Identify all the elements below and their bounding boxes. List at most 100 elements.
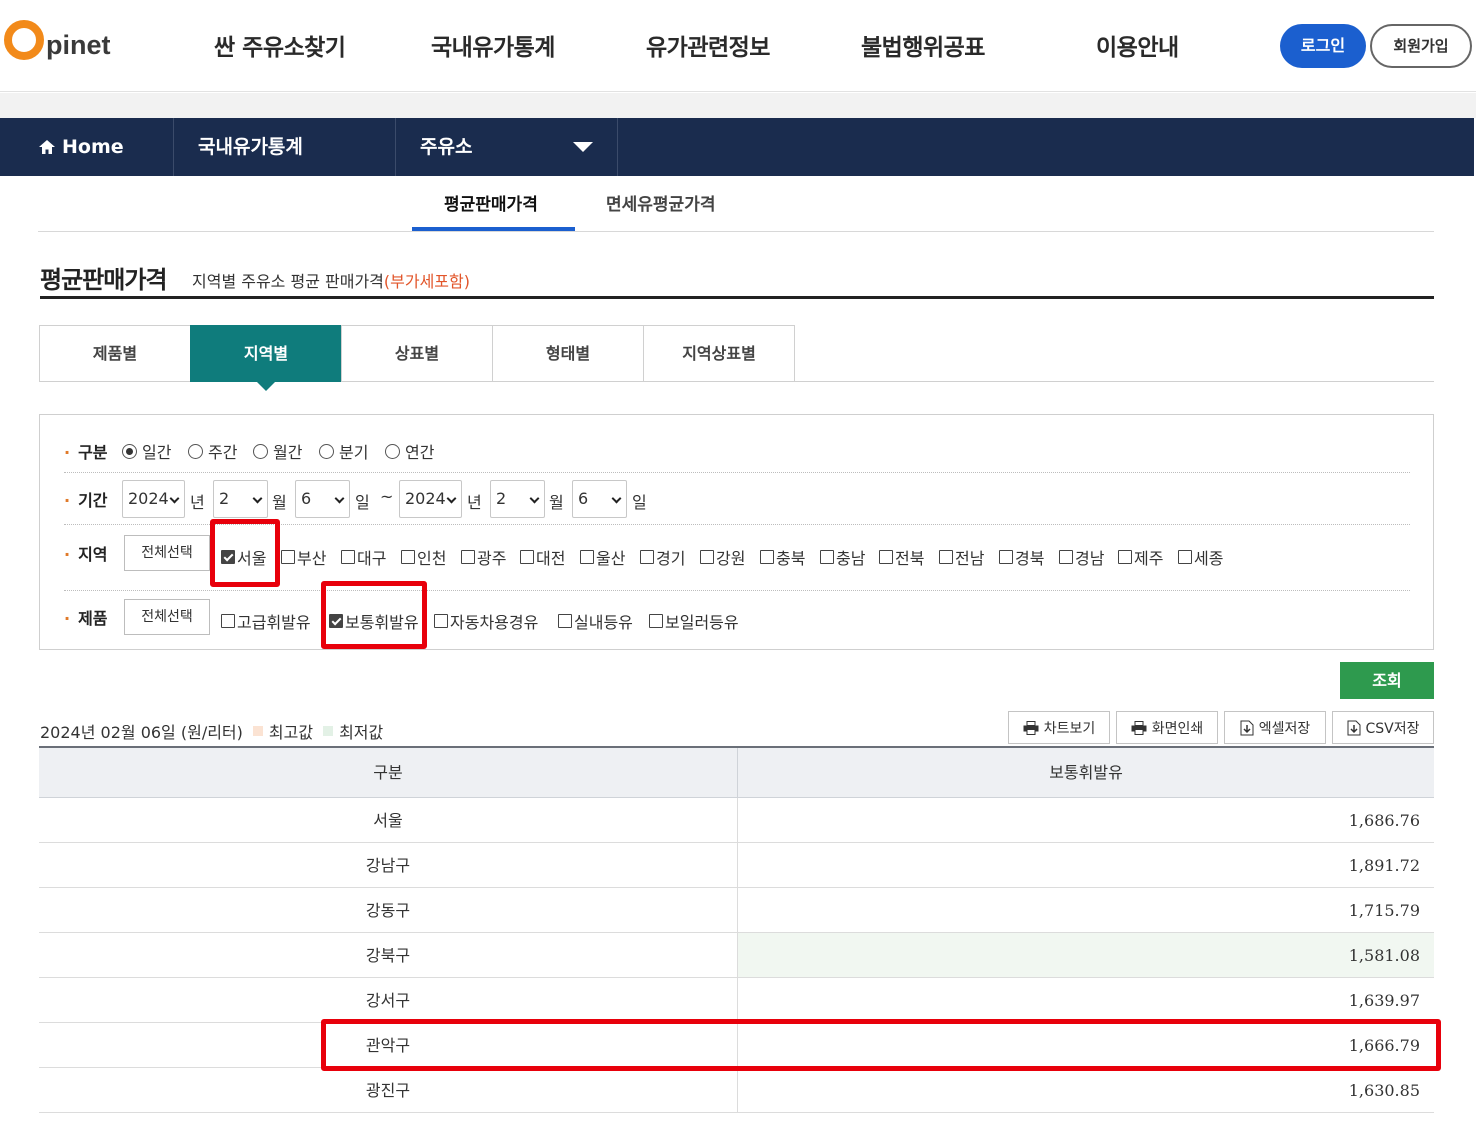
filter-product-label: 제품 (64, 605, 107, 629)
excel-save-label: 엑셀저장 (1258, 720, 1311, 737)
region-checkbox[interactable]: 경남 (1059, 545, 1104, 569)
period-tilde: ~ (380, 487, 394, 506)
region-checkbox[interactable]: 제주 (1118, 545, 1163, 569)
print-label: 화면인쇄 (1151, 720, 1204, 737)
chart-view-label: 차트보기 (1043, 720, 1096, 737)
region-checkbox[interactable]: 전남 (939, 545, 984, 569)
product-checkbox[interactable]: 고급휘발유 (221, 609, 311, 633)
region-checkbox[interactable]: 경기 (640, 545, 685, 569)
filter-row-type: 구분 일간 주간 월간 분기 연간 (64, 429, 1410, 473)
tab-tax-free-price[interactable]: 면세유평균가격 (606, 190, 715, 215)
row-price-value: 1,891.72 (737, 843, 1434, 887)
product-checkbox[interactable]: 자동차용경유 (434, 609, 538, 633)
tab-by-region-brand[interactable]: 지역상표별 (643, 325, 795, 382)
printer-icon (1131, 720, 1147, 735)
nav-domestic-stats[interactable]: 국내유가통계 (431, 28, 555, 62)
to-month-select[interactable]: 2 (490, 480, 545, 518)
radio-monthly-label: 월간 (273, 443, 303, 462)
from-year-select[interactable]: 2024 (122, 480, 185, 518)
breadcrumb-home[interactable]: Home (0, 118, 174, 176)
unit-month: 월 (272, 493, 287, 512)
to-day-value: 6 (578, 489, 589, 508)
row-region-name: 강서구 (365, 991, 411, 1010)
region-checkbox[interactable]: 세종 (1178, 545, 1223, 569)
region-checkbox-label: 강원 (716, 549, 746, 568)
tab-average-price[interactable]: 평균판매가격 (444, 190, 538, 215)
nav-oil-info[interactable]: 유가관련정보 (646, 28, 770, 62)
site-header: pinet 싼 주유소찾기 국내유가통계 유가관련정보 불법행위공표 이용안내 … (0, 0, 1476, 92)
row-price-value: 1,639.97 (737, 978, 1434, 1022)
checkbox-mark (434, 614, 448, 628)
home-icon (39, 140, 55, 154)
table-row: 강북구 1,581.08 (39, 933, 1434, 978)
nav-illegal-disclosure[interactable]: 불법행위공표 (861, 28, 985, 62)
checkbox-mark (558, 614, 572, 628)
chart-view-button[interactable]: 차트보기 (1008, 711, 1110, 744)
login-button[interactable]: 로그인 (1280, 24, 1366, 68)
to-year-select[interactable]: 2024 (399, 480, 462, 518)
region-select-all-button[interactable]: 전체선택 (124, 535, 210, 571)
region-checkbox-label: 광주 (477, 549, 507, 568)
logo-o-mark (4, 20, 44, 60)
excel-save-button[interactable]: 엑셀저장 (1224, 711, 1326, 744)
radio-yearly[interactable]: 연간 (385, 439, 434, 463)
tab-by-brand[interactable]: 상표별 (341, 325, 493, 382)
csv-save-button[interactable]: CSV저장 (1332, 711, 1434, 744)
radio-weekly[interactable]: 주간 (188, 439, 237, 463)
nav-guide[interactable]: 이용안내 (1096, 28, 1179, 62)
join-button[interactable]: 회원가입 (1370, 24, 1472, 68)
region-checkbox[interactable]: 인천 (401, 545, 446, 569)
region-checkbox-label: 제주 (1134, 549, 1164, 568)
vat-note: (부가세포함) (383, 272, 470, 291)
region-checkbox-label: 대전 (536, 549, 566, 568)
filter-row-period: 기간 2024 년 2 월 6 일 ~ 2024 년 2 월 6 일 (64, 473, 1410, 525)
tab-by-region[interactable]: 지역별 (190, 325, 342, 382)
nav-cheap-station[interactable]: 싼 주유소찾기 (214, 28, 346, 62)
checkbox-mark (1059, 550, 1073, 564)
checkbox-mark (401, 550, 415, 564)
radio-quarterly[interactable]: 분기 (319, 439, 368, 463)
region-checkbox[interactable]: 광주 (461, 545, 506, 569)
filter-region-label: 지역 (64, 541, 107, 565)
region-checkbox[interactable]: 대구 (341, 545, 386, 569)
region-checkbox-label: 경남 (1075, 549, 1105, 568)
row-region-name: 강남구 (365, 856, 411, 875)
breadcrumb-current-dropdown[interactable]: 주유소 (396, 118, 618, 176)
to-day-select[interactable]: 6 (572, 480, 627, 518)
region-checkbox-label: 충남 (836, 549, 866, 568)
filter-type-label: 구분 (64, 439, 107, 463)
region-checkbox[interactable]: 강원 (700, 545, 745, 569)
unit-year: 년 (190, 493, 205, 512)
breadcrumb-home-label: Home (62, 136, 124, 158)
product-select-all-button[interactable]: 전체선택 (124, 599, 210, 635)
opinet-logo[interactable]: pinet (4, 20, 111, 60)
region-checkbox[interactable]: 충북 (760, 545, 805, 569)
tab-by-type[interactable]: 형태별 (492, 325, 644, 382)
checkbox-mark (281, 550, 295, 564)
from-day-select[interactable]: 6 (295, 480, 350, 518)
search-button[interactable]: 조회 (1340, 662, 1434, 699)
product-checkbox[interactable]: 실내등유 (558, 609, 633, 633)
region-checkbox[interactable]: 대전 (520, 545, 565, 569)
checkbox-mark (580, 550, 594, 564)
tab-by-product[interactable]: 제품별 (39, 325, 191, 382)
product-checkbox-label: 실내등유 (574, 613, 633, 632)
row-region-name: 강북구 (365, 946, 411, 965)
result-date: 2024년 02월 06일 (원/리터) (40, 723, 243, 742)
print-button[interactable]: 화면인쇄 (1116, 711, 1218, 744)
from-day-value: 6 (301, 489, 312, 508)
product-checkbox[interactable]: 보일러등유 (649, 609, 739, 633)
breadcrumb-section[interactable]: 국내유가통계 (174, 118, 396, 176)
region-checkbox[interactable]: 부산 (281, 545, 326, 569)
legend-low-swatch (323, 726, 334, 736)
region-checkbox[interactable]: 충남 (820, 545, 865, 569)
table-row: 강동구 1,715.79 (39, 888, 1434, 933)
region-checkbox[interactable]: 전북 (879, 545, 924, 569)
from-month-select[interactable]: 2 (213, 480, 268, 518)
active-category-pointer (257, 382, 275, 391)
region-checkbox[interactable]: 울산 (580, 545, 625, 569)
table-header: 구분 보통휘발유 (39, 746, 1434, 798)
radio-daily[interactable]: 일간 (122, 439, 171, 463)
radio-monthly[interactable]: 월간 (253, 439, 302, 463)
region-checkbox[interactable]: 경북 (999, 545, 1044, 569)
